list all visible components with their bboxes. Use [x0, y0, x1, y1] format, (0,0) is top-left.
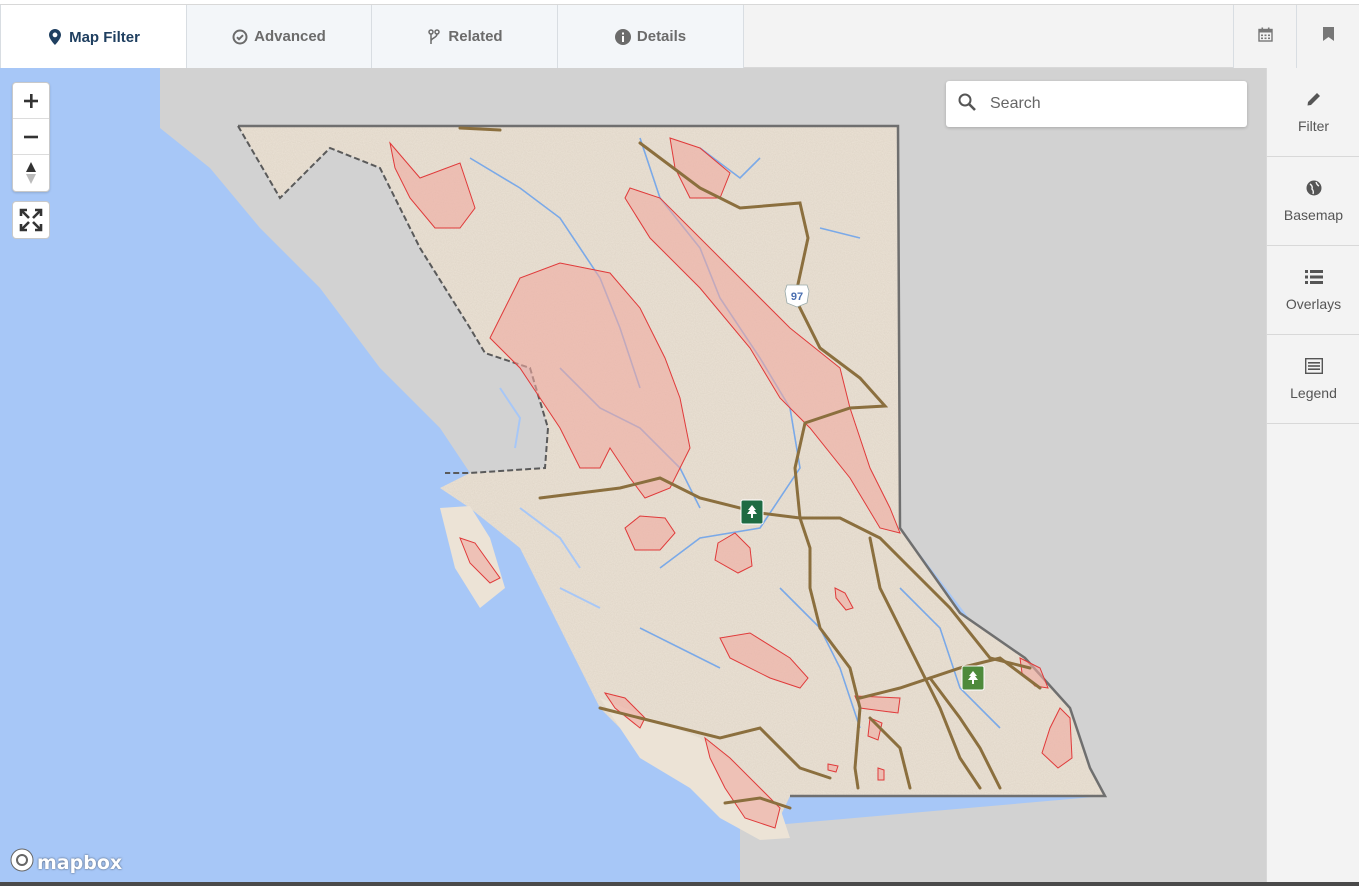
zoom-control [12, 82, 50, 192]
park-marker [740, 499, 764, 525]
compass-icon [26, 162, 36, 184]
tab-advanced[interactable]: Advanced [187, 5, 372, 68]
park-marker [961, 665, 985, 691]
fullscreen-button[interactable] [12, 201, 50, 239]
right-sidebar: Filter Basemap Overlays Legend [1266, 68, 1359, 886]
bookmark-icon [1322, 27, 1334, 46]
compass-button[interactable] [13, 155, 49, 191]
branch-icon [426, 28, 442, 45]
tab-details[interactable]: Details [558, 5, 744, 68]
tab-bar: Map Filter Advanced Related Details [0, 4, 1359, 69]
list-icon [1304, 269, 1323, 288]
sidebar-item-basemap[interactable]: Basemap [1267, 157, 1359, 246]
zoom-out-button[interactable] [13, 119, 49, 155]
info-circle-icon [614, 28, 631, 45]
pencil-icon [1306, 91, 1322, 110]
sidebar-item-filter[interactable]: Filter [1267, 68, 1359, 157]
map-view[interactable]: 97 Search mapbox [0, 68, 1266, 886]
search-input[interactable] [990, 95, 1230, 113]
zoom-in-button[interactable] [13, 83, 49, 119]
check-circle-icon [232, 29, 248, 45]
calendar-button[interactable] [1233, 5, 1296, 68]
tab-label: Details [636, 28, 687, 45]
sidebar-item-label: Legend [1290, 384, 1337, 401]
fullscreen-icon [19, 208, 43, 232]
tab-label: Advanced [254, 28, 326, 45]
attribution-text: mapbox [37, 851, 123, 874]
highway-shield: 97 [784, 284, 810, 308]
mapbox-attribution[interactable]: mapbox [10, 848, 122, 877]
tab-label: Related [448, 28, 503, 45]
sidebar-item-label: Basemap [1283, 206, 1344, 223]
calendar-icon [1257, 27, 1273, 47]
bookmark-button[interactable] [1296, 5, 1359, 68]
legend-icon [1304, 357, 1323, 377]
sidebar-item-label: Filter [1297, 117, 1330, 134]
sidebar-item-legend[interactable]: Legend [1267, 335, 1359, 424]
mapbox-logo-icon [10, 848, 34, 877]
plus-icon [24, 93, 38, 108]
bottom-strip [0, 882, 1359, 886]
tab-label: Map Filter [69, 28, 140, 46]
tab-related[interactable]: Related [372, 5, 558, 68]
map-marker-icon [47, 29, 63, 45]
sidebar-item-overlays[interactable]: Overlays [1267, 246, 1359, 335]
minus-icon [24, 135, 38, 138]
app-root: Map Filter Advanced Related Details 97 S… [0, 0, 1359, 886]
map-canvas: 97 [160, 68, 1266, 886]
highway-shield-label: 97 [791, 291, 803, 303]
search-icon [958, 93, 976, 116]
sidebar-item-label: Overlays [1285, 295, 1342, 312]
globe-icon [1306, 180, 1322, 199]
search-box [946, 81, 1247, 127]
tab-map-filter[interactable]: Map Filter [0, 5, 187, 69]
